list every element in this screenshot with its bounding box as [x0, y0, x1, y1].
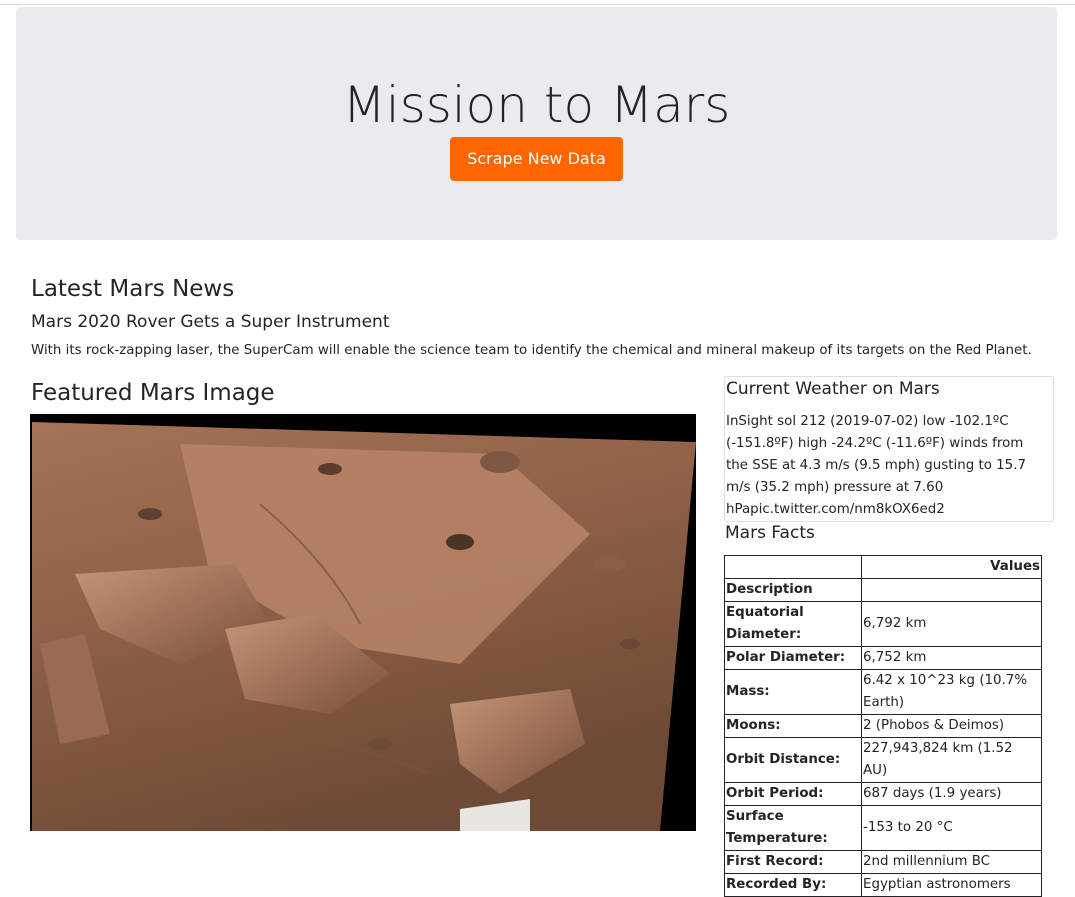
fact-label: Orbit Distance: [724, 737, 862, 783]
top-divider [0, 4, 1075, 5]
page-title: Mission to Mars [342, 76, 731, 134]
table-row: Recorded By: Egyptian astronomers [724, 873, 1042, 897]
scrape-new-data-button[interactable]: Scrape New Data [450, 137, 623, 181]
table-row: Polar Diameter: 6,752 km [724, 646, 1042, 670]
fact-label: Mass: [724, 669, 862, 715]
table-row: Mass: 6.42 x 10^23 kg (10.7% Earth) [724, 669, 1042, 715]
table-index-label: Description [724, 578, 862, 602]
mars-facts-table: Values Description Equatorial Diameter: … [724, 555, 1042, 897]
featured-mars-image [30, 414, 696, 831]
fact-value: 6,752 km [861, 646, 1042, 670]
table-header-row: Values [724, 555, 1042, 579]
fact-value: 2 (Phobos & Deimos) [861, 714, 1042, 738]
featured-image-heading: Featured Mars Image [31, 380, 275, 406]
fact-label: Moons: [724, 714, 862, 738]
table-row: Equatorial Diameter: 6,792 km [724, 601, 1042, 647]
fact-label: Equatorial Diameter: [724, 601, 862, 647]
fact-value: 2nd millennium BC [861, 850, 1042, 874]
table-row: Orbit Period: 687 days (1.9 years) [724, 782, 1042, 806]
news-title: Mars 2020 Rover Gets a Super Instrument [31, 312, 390, 332]
table-header-values: Values [861, 555, 1042, 579]
table-row: Surface Temperature: -153 to 20 °C [724, 805, 1042, 851]
fact-value: 6,792 km [861, 601, 1042, 647]
table-row: First Record: 2nd millennium BC [724, 850, 1042, 874]
fact-value: Egyptian astronomers [861, 873, 1042, 897]
table-index-row: Description [724, 578, 1042, 602]
fact-label: Surface Temperature: [724, 805, 862, 851]
weather-card: Current Weather on Mars InSight sol 212 … [724, 376, 1054, 522]
jumbotron-header: Mission to Mars Scrape New Data [16, 7, 1057, 240]
weather-text: InSight sol 212 (2019-07-02) low -102.1º… [726, 414, 1026, 517]
fact-label: Orbit Period: [724, 782, 862, 806]
fact-value: 687 days (1.9 years) [861, 782, 1042, 806]
fact-value: 6.42 x 10^23 kg (10.7% Earth) [861, 669, 1042, 715]
table-row: Orbit Distance: 227,943,824 km (1.52 AU) [724, 737, 1042, 783]
mars-facts-heading: Mars Facts [725, 523, 815, 543]
table-header-empty [724, 555, 862, 579]
weather-heading: Current Weather on Mars [726, 379, 940, 399]
fact-label: Polar Diameter: [724, 646, 862, 670]
fact-value: 227,943,824 km (1.52 AU) [861, 737, 1042, 783]
fact-label: Recorded By: [724, 873, 862, 897]
news-paragraph: With its rock-zapping laser, the SuperCa… [31, 343, 1032, 358]
table-row: Moons: 2 (Phobos & Deimos) [724, 714, 1042, 738]
fact-label: First Record: [724, 850, 862, 874]
latest-news-heading: Latest Mars News [31, 276, 235, 302]
table-index-empty [861, 578, 1042, 602]
fact-value: -153 to 20 °C [861, 805, 1042, 851]
